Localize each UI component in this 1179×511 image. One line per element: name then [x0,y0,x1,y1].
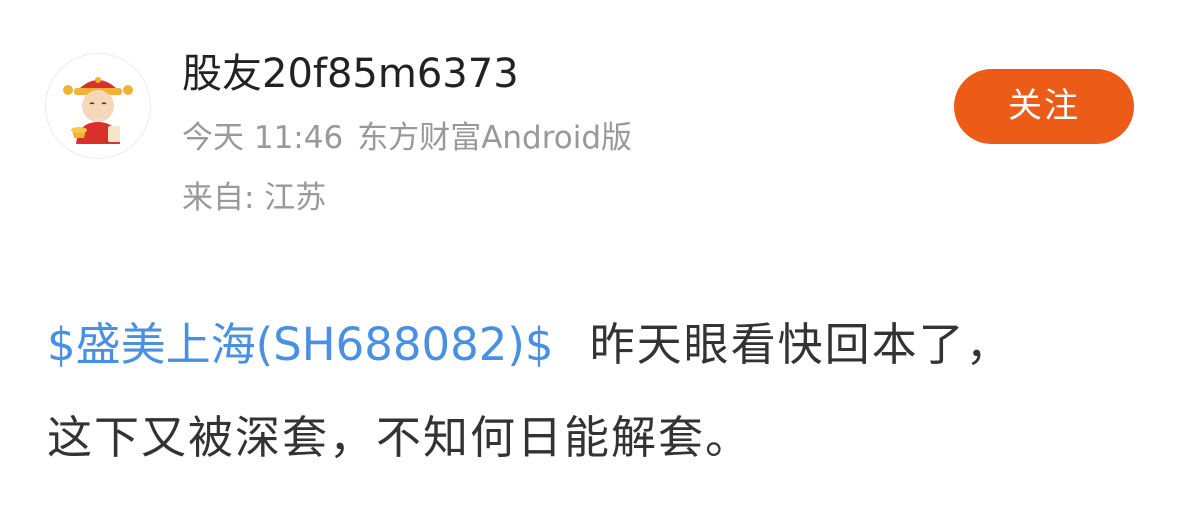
post-meta: 今天 11:46 东方财富Android版 [182,118,632,158]
post-client: 东方财富Android版 [357,120,633,156]
caishen-avatar-icon [63,77,133,144]
post-location: 来自: 江苏 [182,180,327,216]
post-content: $盛美上海(SH688082)$ 昨天眼看快回本了，这下又被深套，不知何日能解套。 [47,298,1057,484]
follow-button[interactable]: 关注 [954,69,1134,144]
post-header: 股友20f85m6373 今天 11:46 东方财富Android版 来自: 江苏… [0,0,1179,240]
avatar[interactable] [45,53,151,159]
stock-tag-link[interactable]: $盛美上海(SH688082)$ [47,318,554,371]
post-time: 今天 11:46 [182,120,344,156]
username[interactable]: 股友20f85m6373 [182,50,519,98]
